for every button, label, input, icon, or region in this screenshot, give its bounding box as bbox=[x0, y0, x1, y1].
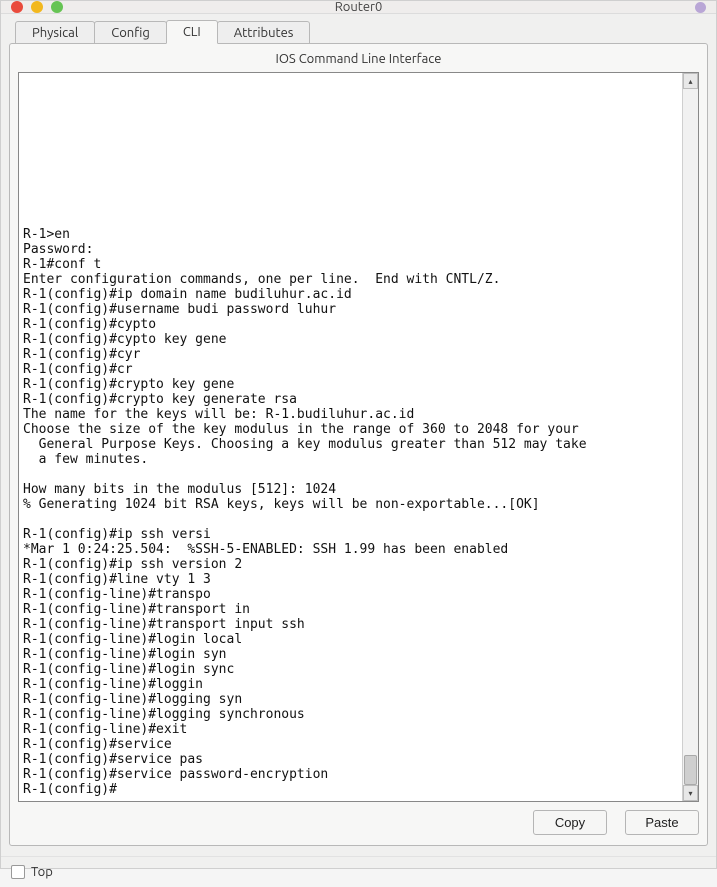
top-label: Top bbox=[31, 865, 53, 879]
status-dot-icon bbox=[695, 2, 706, 13]
button-row: Copy Paste bbox=[18, 810, 699, 835]
top-checkbox[interactable] bbox=[11, 865, 25, 879]
scroll-thumb[interactable] bbox=[684, 755, 697, 785]
maximize-icon[interactable] bbox=[51, 1, 63, 13]
tab-cli[interactable]: CLI bbox=[166, 20, 218, 44]
cli-panel: IOS Command Line Interface R-1>en Passwo… bbox=[9, 43, 708, 846]
titlebar-right bbox=[695, 2, 706, 13]
console-container: R-1>en Password: R-1#conf t Enter config… bbox=[18, 72, 699, 802]
tab-bar: Physical Config CLI Attributes bbox=[15, 20, 708, 44]
close-icon[interactable] bbox=[11, 1, 23, 13]
panel-title: IOS Command Line Interface bbox=[18, 52, 699, 66]
tab-attributes[interactable]: Attributes bbox=[217, 21, 311, 44]
vertical-scrollbar[interactable]: ▴ ▾ bbox=[682, 73, 698, 801]
tab-physical[interactable]: Physical bbox=[15, 21, 95, 44]
scroll-track[interactable] bbox=[683, 89, 698, 785]
footer: Top bbox=[1, 856, 716, 887]
titlebar: Router0 bbox=[1, 1, 716, 14]
app-window: Router0 Physical Config CLI Attributes I… bbox=[0, 0, 717, 869]
cli-console[interactable]: R-1>en Password: R-1#conf t Enter config… bbox=[19, 73, 682, 801]
scroll-up-icon[interactable]: ▴ bbox=[683, 73, 698, 89]
scroll-down-icon[interactable]: ▾ bbox=[683, 785, 698, 801]
copy-button[interactable]: Copy bbox=[533, 810, 607, 835]
window-title: Router0 bbox=[1, 0, 716, 14]
minimize-icon[interactable] bbox=[31, 1, 43, 13]
tab-config[interactable]: Config bbox=[94, 21, 167, 44]
paste-button[interactable]: Paste bbox=[625, 810, 699, 835]
content-area: Physical Config CLI Attributes IOS Comma… bbox=[1, 14, 716, 856]
window-controls bbox=[11, 1, 63, 13]
